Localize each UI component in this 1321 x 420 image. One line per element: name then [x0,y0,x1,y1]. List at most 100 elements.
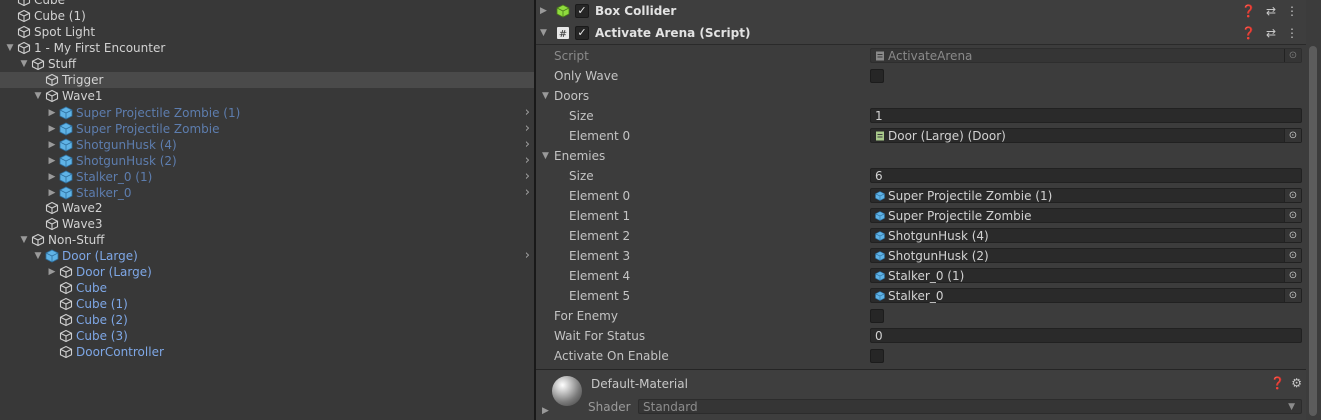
hierarchy-item[interactable]: Wave3 [0,216,534,232]
gear-icon[interactable]: ⚙ [1291,376,1302,390]
help-icon[interactable]: ❓ [1241,26,1256,40]
enemy-element-value: Super Projectile Zombie [888,209,1032,223]
object-picker-icon[interactable]: ⊙ [1284,229,1301,242]
scrollbar-thumb[interactable] [1309,46,1317,416]
fold-arrow-icon[interactable]: ▼ [19,232,29,248]
prefab-cube-icon [875,211,885,221]
enemy-element-field[interactable]: Stalker_0 (1) ⊙ [870,268,1302,283]
fold-arrow-icon[interactable]: ▶ [47,153,57,169]
presets-icon[interactable]: ⇄ [1266,26,1276,40]
component-title: Box Collider [595,4,677,18]
chevron-right-icon[interactable]: › [525,185,530,201]
hierarchy-item[interactable]: ▼ Wave1 [0,88,534,104]
fold-arrow-icon[interactable]: ▶ [47,105,57,121]
object-picker-icon[interactable]: ⊙ [1284,209,1301,222]
hierarchy-item[interactable]: ▼ Non-Stuff [0,232,534,248]
box-collider-header[interactable]: ▶ ✓ Box Collider ❓ ⇄ ⋮ [536,0,1306,23]
chevron-right-icon[interactable]: › [525,105,530,121]
hierarchy-item[interactable]: ▶ Door (Large) [0,264,534,280]
enabled-checkbox[interactable]: ✓ [575,4,589,18]
fold-arrow-icon[interactable]: ▼ [33,248,43,264]
chevron-right-icon[interactable]: › [525,121,530,137]
hierarchy-item[interactable]: Cube (3) [0,328,534,344]
hierarchy-item-label: Non-Stuff [48,233,105,247]
fold-arrow-icon[interactable]: ▶ [542,406,549,416]
only-wave-checkbox[interactable] [870,69,884,83]
fold-arrow-icon[interactable]: ▼ [540,22,547,44]
hierarchy-item-label: Super Projectile Zombie (1) [76,106,241,120]
enemy-element-field[interactable]: Super Projectile Zombie ⊙ [870,208,1302,223]
fold-arrow-icon[interactable]: ▶ [47,121,57,137]
kebab-menu-icon[interactable]: ⋮ [1286,4,1298,18]
hierarchy-item[interactable]: Cube [0,280,534,296]
script-field[interactable]: ActivateArena ⊙ [870,48,1302,63]
help-icon[interactable]: ❓ [1270,376,1285,390]
enabled-checkbox[interactable]: ✓ [575,26,589,40]
hierarchy-item[interactable]: ▶ ShotgunHusk (4) › [0,137,534,153]
object-picker-icon[interactable]: ⊙ [1284,269,1301,282]
chevron-right-icon[interactable]: › [525,169,530,185]
enemy-element-field[interactable]: ShotgunHusk (2) ⊙ [870,248,1302,263]
hierarchy-item[interactable]: Trigger [0,72,534,88]
enemy-element-field[interactable]: ShotgunHusk (4) ⊙ [870,228,1302,243]
enemy-element-value: Stalker_0 [888,289,944,303]
object-picker-icon[interactable]: ⊙ [1284,189,1301,202]
hierarchy-item[interactable]: DoorController [0,344,534,360]
help-icon[interactable]: ❓ [1241,4,1256,18]
script-file-icon [876,131,884,141]
script-hash-icon: # [557,27,569,40]
chevron-right-icon[interactable]: › [525,153,530,169]
enemies-size-field[interactable]: 6 [870,168,1302,183]
hierarchy-item[interactable]: Cube (1) [0,8,534,24]
gameobject-cube-icon [59,297,73,311]
chevron-right-icon[interactable]: › [525,137,530,153]
hierarchy-item[interactable]: ▶ Super Projectile Zombie (1) › [0,105,534,121]
hierarchy-item[interactable]: Spot Light [0,24,534,40]
for-enemy-checkbox[interactable] [870,309,884,323]
hierarchy-item[interactable]: Cube (2) [0,312,534,328]
fold-arrow-icon[interactable]: ▶ [47,185,57,201]
enemy-element-field[interactable]: Super Projectile Zombie (1) ⊙ [870,188,1302,203]
box-collider-icon [556,4,570,18]
material-preview-sphere [552,376,582,406]
shader-dropdown[interactable]: Standard ▼ [638,399,1302,414]
hierarchy-item[interactable]: ▶ ShotgunHusk (2) › [0,153,534,169]
doors-row[interactable]: ▼ Doors [536,86,1306,106]
hierarchy-item[interactable]: ▼ Stuff [0,56,534,72]
object-picker-icon[interactable]: ⊙ [1284,49,1301,62]
kebab-menu-icon[interactable]: ⋮ [1286,26,1298,40]
fold-arrow-icon[interactable]: ▶ [540,0,547,22]
hierarchy-item[interactable]: Cube [0,0,534,8]
hierarchy-item[interactable]: Wave2 [0,200,534,216]
hierarchy-item[interactable]: ▶ Stalker_0 › [0,185,534,201]
hierarchy-item[interactable]: ▼ Door (Large) › [0,248,534,264]
presets-icon[interactable]: ⇄ [1266,4,1276,18]
hierarchy-item[interactable]: Cube (1) [0,296,534,312]
hierarchy-item[interactable]: ▶ Stalker_0 (1) › [0,169,534,185]
fold-arrow-icon[interactable]: ▶ [47,264,57,280]
fold-arrow-icon[interactable]: ▶ [47,137,57,153]
enemy-element-row: Element 2 ShotgunHusk (4) ⊙ [536,226,1306,246]
inspector-scrollbar[interactable] [1307,44,1319,420]
doors-element0-field[interactable]: Door (Large) (Door) ⊙ [870,128,1302,143]
hierarchy-item[interactable]: ▶ Super Projectile Zombie › [0,121,534,137]
hierarchy-item-label: Wave3 [62,217,103,231]
activate-arena-header[interactable]: ▼ # ✓ Activate Arena (Script) ❓ ⇄ ⋮ [536,22,1306,45]
fold-arrow-icon[interactable]: ▼ [542,146,549,166]
activate-on-enable-checkbox[interactable] [870,349,884,363]
fold-arrow-icon[interactable]: ▼ [5,40,15,56]
chevron-right-icon[interactable]: › [525,248,530,264]
object-picker-icon[interactable]: ⊙ [1284,129,1301,142]
object-picker-icon[interactable]: ⊙ [1284,249,1301,262]
hierarchy-item[interactable]: ▼ 1 - My First Encounter [0,40,534,56]
fold-arrow-icon[interactable]: ▼ [542,86,549,106]
object-picker-icon[interactable]: ⊙ [1284,289,1301,302]
enemies-row[interactable]: ▼ Enemies [536,146,1306,166]
fold-arrow-icon[interactable]: ▼ [33,88,43,104]
fold-arrow-icon[interactable]: ▶ [47,169,57,185]
enemy-element-field[interactable]: Stalker_0 ⊙ [870,288,1302,303]
fold-arrow-icon[interactable]: ▼ [19,56,29,72]
gameobject-cube-icon [59,281,73,295]
wait-for-status-field[interactable]: 0 [870,328,1302,343]
doors-size-field[interactable]: 1 [870,108,1302,123]
